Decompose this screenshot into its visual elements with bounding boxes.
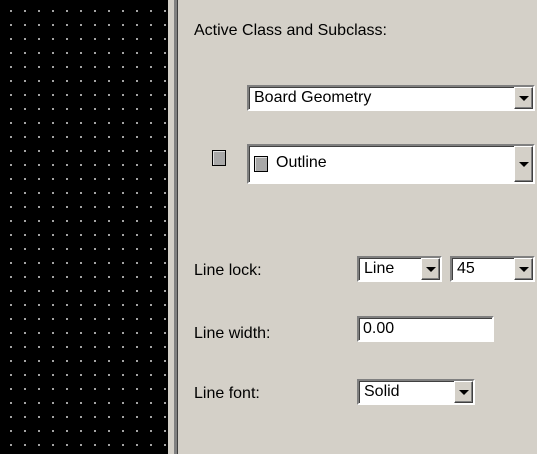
options-panel: Active Class and Subclass: Board Geometr…: [178, 0, 537, 454]
class-select-value: Board Geometry: [254, 89, 372, 106]
line-width-input[interactable]: [357, 316, 494, 342]
line-font-label: Line font:: [194, 385, 260, 402]
design-canvas[interactable]: [0, 0, 168, 454]
line-lock-mode-dropdown-button[interactable]: [421, 258, 440, 280]
line-lock-angle-select[interactable]: 45: [450, 256, 535, 282]
active-class-header: Active Class and Subclass:: [194, 22, 387, 39]
subclass-color-swatch[interactable]: [212, 150, 226, 166]
chevron-down-icon: [426, 267, 436, 272]
line-lock-mode-value: Line: [364, 260, 395, 277]
class-select[interactable]: Board Geometry: [247, 85, 535, 111]
line-font-value: Solid: [364, 383, 400, 400]
line-font-select[interactable]: Solid: [357, 379, 475, 405]
color-swatch-icon: [254, 156, 268, 172]
subclass-select[interactable]: Outline: [247, 144, 535, 184]
chevron-down-icon: [459, 390, 469, 395]
chevron-down-icon: [519, 267, 529, 272]
class-select-dropdown-button[interactable]: [514, 87, 533, 109]
chevron-down-icon: [519, 96, 529, 101]
line-lock-angle-dropdown-button[interactable]: [514, 258, 533, 280]
chevron-down-icon: [519, 162, 529, 167]
line-lock-mode-select[interactable]: Line: [357, 256, 442, 282]
line-lock-angle-value: 45: [457, 260, 475, 277]
subclass-select-dropdown-button[interactable]: [514, 146, 533, 182]
line-lock-label: Line lock:: [194, 262, 262, 279]
line-font-dropdown-button[interactable]: [454, 381, 473, 403]
subclass-select-value: Outline: [276, 154, 327, 171]
line-width-label: Line width:: [194, 325, 271, 342]
